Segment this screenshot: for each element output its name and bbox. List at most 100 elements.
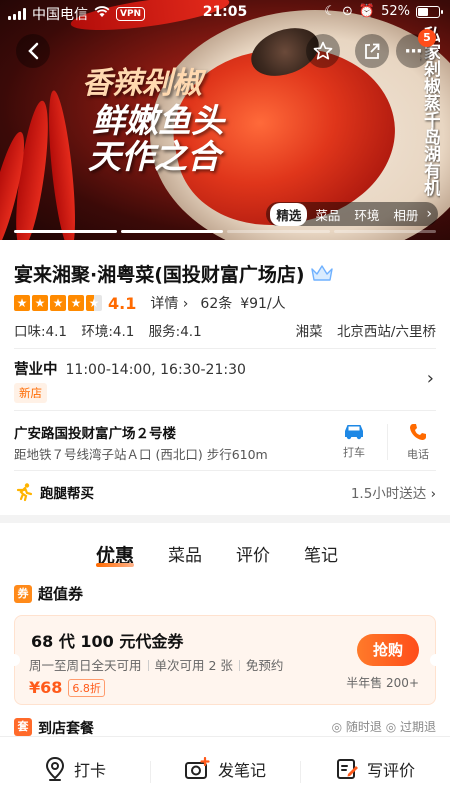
sales-count: 半年售 200+ — [346, 676, 419, 690]
slide-indicator — [227, 230, 330, 233]
checkin-label: 打卡 — [73, 760, 106, 780]
hero-slogan-line3: 天作之合 — [88, 137, 220, 176]
photo-tab[interactable]: 精选 — [270, 202, 308, 226]
voucher-terms: 周一至周日全天可用 单次可用 2 张免预约 — [29, 655, 283, 674]
camera-plus-icon — [184, 756, 210, 779]
battery-fill — [418, 7, 429, 16]
chevron-right-icon[interactable]: › — [426, 206, 434, 222]
discount-badge: 6.8折 — [68, 678, 105, 697]
errand-label: 跑腿帮买 — [40, 486, 94, 502]
tab-deals[interactable]: 优惠 — [96, 523, 135, 583]
divider — [14, 348, 436, 349]
post-note-button[interactable]: 发笔记 — [150, 756, 300, 783]
average-price: ¥91/人 — [240, 296, 286, 312]
star-icon: ★ — [86, 295, 102, 311]
subway-directions[interactable]: 距地铁７号线湾子站Ａ口 (西北口) 步行610m — [14, 444, 268, 463]
bottom-action-bar: 打卡 发笔记 写评价 — [0, 736, 450, 800]
star-outline-icon — [313, 41, 333, 60]
details-link[interactable]: 详情 › — [150, 293, 188, 313]
chevron-right-icon[interactable]: › — [427, 368, 434, 389]
orientation-lock-icon: ⊙ — [342, 4, 353, 19]
chevron-right-icon: › — [182, 296, 189, 312]
errand-service-row[interactable]: 跑腿帮买 1.5小时送达 › — [14, 482, 436, 502]
details-label: 详情 — [150, 296, 179, 312]
notification-badge: 5 — [418, 29, 436, 47]
taste-score: 口味:4.1 — [14, 324, 68, 340]
share-button[interactable] — [355, 34, 389, 68]
hours-text: 11:00-14:00, 16:30-21:30 — [65, 362, 246, 378]
car-icon — [345, 425, 363, 440]
runner-icon — [16, 483, 33, 502]
divider — [14, 410, 436, 411]
area-tag[interactable]: 北京西站/六里桥 — [337, 324, 436, 340]
voucher-card[interactable]: 68 代 100 元代金券 周一至周日全天可用 单次可用 2 张免预约 ¥68 6… — [8, 615, 442, 705]
write-review-label: 写评价 — [366, 760, 415, 780]
review-count: 62条 — [200, 296, 233, 312]
photo-tab[interactable]: 相册 — [387, 203, 424, 226]
ticket-notch — [8, 654, 20, 666]
voucher-term: 免预约 — [245, 658, 284, 673]
call-label: 电话 — [407, 448, 429, 461]
shop-info-card: 宴来湘聚·湘粤菜(国投财富广场店) ★ ★ ★ ★ ★ 4.1 详情 › 62条 ¥91… — [0, 240, 450, 515]
call-button[interactable]: 电话 — [398, 422, 438, 462]
tab-dishes[interactable]: 菜品 — [168, 523, 202, 583]
business-hours[interactable]: 营业中 11:00-14:00, 16:30-21:30 — [14, 358, 436, 379]
back-button[interactable] — [16, 34, 50, 68]
chevron-left-icon — [28, 42, 39, 60]
photo-category-tabs: 精选 菜品 环境 相册 › — [266, 202, 438, 226]
section-title: 超值券 — [38, 585, 84, 603]
star-icon: ★ — [32, 295, 48, 311]
chevron-right-icon: › — [430, 486, 436, 502]
battery-percent: 52% — [381, 4, 410, 19]
section-gap — [0, 515, 450, 523]
checkin-button[interactable]: 打卡 — [0, 756, 150, 782]
voucher-term: 单次可用 2 张 — [154, 658, 233, 673]
set-meal-icon: 套 — [14, 718, 32, 736]
cuisine-tag[interactable]: 湘菜 — [296, 324, 323, 340]
rating-score: 4.1 — [108, 293, 137, 313]
favorite-button[interactable] — [306, 34, 340, 68]
location-pin-icon — [45, 756, 64, 781]
post-note-label: 发笔记 — [217, 760, 266, 780]
voucher-term: 周一至周日全天可用 — [29, 658, 142, 673]
voucher-title: 68 代 100 元代金券 — [31, 632, 184, 651]
voucher-price-row: ¥68 6.8折 — [29, 678, 105, 697]
divider — [387, 424, 388, 460]
crown-icon — [309, 263, 335, 288]
buy-button[interactable]: 抢购 — [357, 634, 419, 666]
battery-icon — [416, 5, 443, 18]
slide-indicator — [333, 230, 436, 233]
slide-indicator — [120, 230, 223, 233]
rating-row[interactable]: ★ ★ ★ ★ ★ 4.1 详情 › 62条 ¥91/人 — [14, 293, 286, 313]
slide-progress — [14, 230, 436, 233]
edit-review-icon — [336, 758, 358, 779]
share-icon — [365, 43, 380, 59]
status-bar: 中国电信 VPN 21:05 ☾ ⊙ ⏰ 52% — [0, 0, 450, 26]
new-shop-badge: 新店 — [14, 383, 47, 403]
chili-pepper — [43, 89, 81, 240]
write-review-button[interactable]: 写评价 — [300, 757, 450, 783]
content-tabs: 优惠 菜品 评价 笔记 — [0, 523, 450, 583]
environment-score: 环境:4.1 — [81, 324, 135, 340]
address[interactable]: 广安路国投财富广场２号楼 — [14, 422, 176, 442]
delivery-eta: 1.5小时送达 — [350, 486, 427, 502]
ticket-notch — [430, 654, 442, 666]
star-icon: ★ — [50, 295, 66, 311]
shop-title: 宴来湘聚·湘粤菜(国投财富广场店) — [14, 260, 335, 288]
tab-notes[interactable]: 笔记 — [304, 523, 338, 583]
service-score: 服务:4.1 — [148, 324, 202, 340]
alarm-icon: ⏰ — [358, 4, 376, 19]
phone-icon — [410, 424, 426, 440]
photo-tab[interactable]: 菜品 — [309, 203, 346, 226]
taxi-label: 打车 — [343, 446, 365, 459]
shop-name: 宴来湘聚·湘粤菜(国投财富广场店) — [14, 264, 305, 286]
coupon-icon: 券 — [14, 584, 32, 603]
do-not-disturb-icon: ☾ — [324, 4, 336, 19]
photo-tab[interactable]: 环境 — [348, 203, 385, 226]
voucher-price: ¥68 — [29, 678, 63, 697]
taxi-button[interactable]: 打车 — [334, 422, 374, 460]
tab-reviews[interactable]: 评价 — [236, 523, 270, 583]
hero-image[interactable]: 香辣剁椒 鲜嫩鱼头 天作之合 私家剁椒蒸千岛湖有机鱼头 中国电信 VPN 21:… — [0, 0, 450, 240]
open-status: 营业中 — [14, 362, 58, 378]
score-breakdown: 口味:4.1 环境:4.1 服务:4.1 湘菜 北京西站/六里桥 — [14, 320, 436, 340]
